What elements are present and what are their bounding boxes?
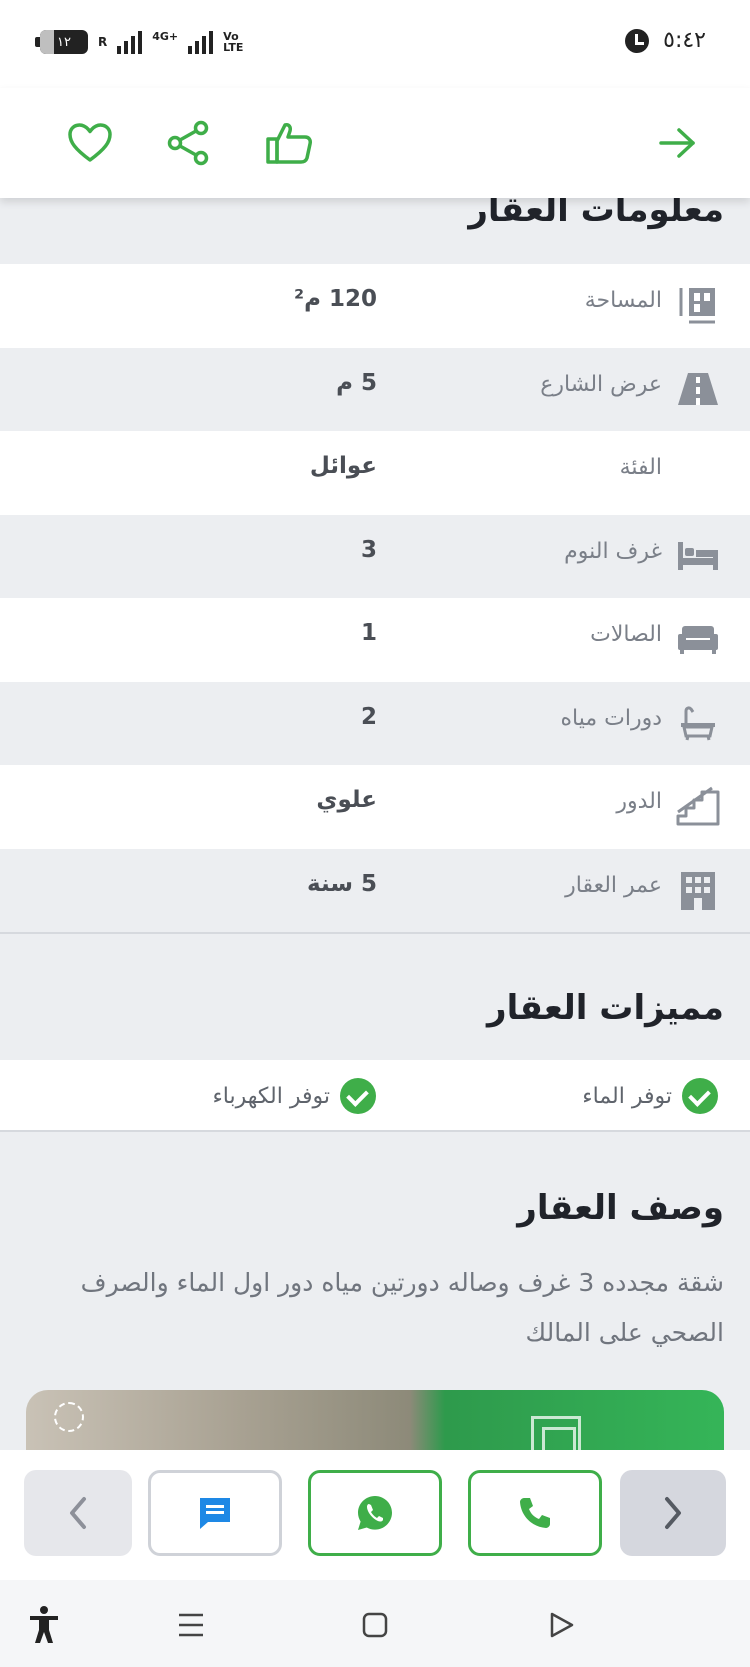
action-bar <box>0 1450 750 1580</box>
feature-item-water: توفر الماء <box>582 1078 718 1114</box>
volte-label: Vo LTE <box>223 30 244 54</box>
info-row-floor: الدور علوي <box>0 765 750 849</box>
roaming-label: R <box>98 35 108 49</box>
like-button[interactable] <box>259 113 319 173</box>
info-row-area: المساحة 120 م² <box>0 264 750 348</box>
whatsapp-icon <box>358 1496 392 1530</box>
info-value: 5 سنة <box>307 870 377 897</box>
features-title: مميزات العقار <box>487 988 724 1028</box>
accessibility-button[interactable] <box>24 1605 64 1645</box>
chevron-right-icon <box>665 1497 681 1529</box>
property-info-title: معلومات العقار <box>468 198 724 230</box>
info-row-bedrooms: غرف النوم 3 <box>0 514 750 598</box>
check-circle-icon <box>340 1078 376 1114</box>
share-button[interactable] <box>158 113 218 173</box>
home-icon <box>362 1612 388 1638</box>
system-nav-bar <box>0 1580 750 1667</box>
battery-icon: ١٢ <box>35 30 88 54</box>
feature-label: توفر الماء <box>582 1083 672 1109</box>
area-icon <box>676 285 720 325</box>
info-label: الصالات <box>590 622 662 647</box>
info-row-property-age: عمر العقار 5 سنة <box>0 848 750 932</box>
clock-time: ٥:٤٢ <box>663 28 706 53</box>
previous-button[interactable] <box>24 1470 132 1556</box>
info-label: دورات مياه <box>560 705 662 731</box>
stairs-icon <box>676 786 720 826</box>
arrow-right-icon <box>659 128 695 158</box>
share-icon <box>167 120 209 166</box>
promo-banner[interactable] <box>26 1390 724 1450</box>
property-info-table: المساحة 120 م² عرض الشارع 5 م الفئة عوائ… <box>0 264 750 934</box>
info-label: المساحة <box>584 288 662 313</box>
bathtub-icon <box>676 703 720 743</box>
recent-apps-button[interactable] <box>171 1605 211 1645</box>
alarm-icon <box>625 28 650 53</box>
features-list: توفر الماء توفر الكهرباء <box>0 1060 750 1132</box>
chat-icon <box>200 1498 230 1529</box>
info-value: عوائل <box>309 453 377 479</box>
info-label: غرف النوم <box>564 538 662 564</box>
info-row-bathrooms: دورات مياه 2 <box>0 681 750 765</box>
sofa-icon <box>676 619 720 659</box>
status-bar: ١٢ R 4G+ Vo LTE ٥:٤٢ <box>0 0 750 88</box>
message-button[interactable] <box>148 1470 282 1556</box>
phone-icon <box>520 1498 550 1528</box>
network-type-label: 4G+ <box>152 30 179 43</box>
back-icon <box>550 1612 574 1638</box>
info-value: 3 <box>360 536 377 563</box>
bed-icon <box>676 536 720 576</box>
info-label: عمر العقار <box>565 872 662 898</box>
home-button[interactable] <box>355 1605 395 1645</box>
thumbs-up-icon <box>266 123 312 164</box>
feature-item-electricity: توفر الكهرباء <box>212 1078 376 1114</box>
info-row-category: الفئة عوائل <box>0 431 750 515</box>
feature-label: توفر الكهرباء <box>212 1083 330 1109</box>
next-button[interactable] <box>620 1470 726 1556</box>
description-title: وصف العقار <box>517 1188 724 1228</box>
building-icon <box>676 870 720 910</box>
battery-level: ١٢ <box>57 34 71 50</box>
heart-icon <box>68 123 112 162</box>
info-label: الدور <box>616 789 662 814</box>
info-value: 1 <box>360 620 377 646</box>
content-area[interactable]: معلومات العقار المساحة 120 م² عرض الشارع… <box>0 198 750 1450</box>
info-value: 2 <box>360 703 377 730</box>
system-back-button[interactable] <box>541 1605 581 1645</box>
road-icon <box>676 369 720 409</box>
banner-frame-icon <box>531 1416 581 1450</box>
info-label: الفئة <box>619 455 662 480</box>
info-value: 120 م² <box>294 286 377 312</box>
favorite-button[interactable] <box>60 113 120 173</box>
info-value: 5 م <box>336 369 377 396</box>
banner-logo-icon <box>54 1402 84 1432</box>
info-row-halls: الصالات 1 <box>0 598 750 682</box>
info-label: عرض الشارع <box>540 371 662 397</box>
status-right: ٥:٤٢ <box>625 28 706 53</box>
info-row-street-width: عرض الشارع 5 م <box>0 347 750 431</box>
back-button[interactable] <box>648 113 708 173</box>
whatsapp-button[interactable] <box>308 1470 442 1556</box>
info-value: علوي <box>316 787 377 813</box>
menu-icon <box>179 1613 203 1637</box>
description-text: شقة مجدده 3 غرف وصاله دورتين مياه دور او… <box>80 1268 724 1347</box>
top-toolbar <box>0 88 750 198</box>
signal-bars-icon-2 <box>188 30 214 54</box>
status-indicators: ١٢ R 4G+ Vo LTE <box>35 30 257 54</box>
accessibility-icon <box>30 1606 58 1643</box>
signal-bars-icon <box>117 30 143 54</box>
call-button[interactable] <box>468 1470 602 1556</box>
chevron-left-icon <box>70 1497 86 1529</box>
check-circle-icon <box>682 1078 718 1114</box>
